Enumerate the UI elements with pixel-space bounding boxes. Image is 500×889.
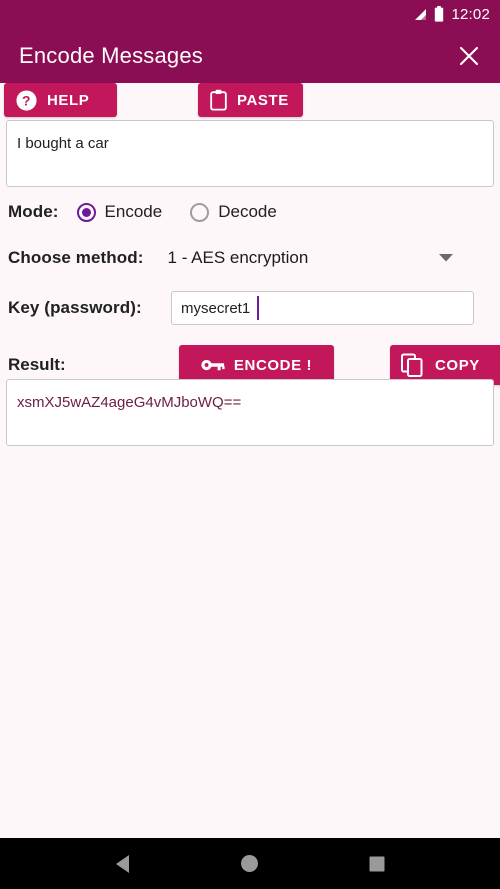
radio-decode-label: Decode (218, 202, 277, 221)
radio-decode[interactable]: Decode (190, 202, 277, 222)
app-bar: Encode Messages (0, 28, 500, 83)
radio-encode-label: Encode (104, 202, 163, 221)
encode-button-label: ENCODE ! (233, 356, 313, 374)
key-input[interactable] (171, 291, 474, 325)
help-button[interactable]: ? HELP (4, 83, 117, 117)
radio-decode-indicator (190, 202, 210, 222)
mode-row: Mode: Encode Decode (8, 198, 277, 226)
result-label: Result: (8, 355, 66, 374)
page-title: Encode Messages (19, 42, 203, 68)
status-bar: 12:02 (0, 0, 500, 28)
method-selected-value: 1 - AES encryption (167, 248, 309, 267)
paste-button[interactable]: PASTE (198, 83, 303, 117)
chevron-down-icon[interactable] (438, 253, 454, 263)
key-label: Key (password): (8, 298, 142, 317)
radio-encode[interactable]: Encode (76, 202, 163, 222)
main-content: ? HELP PASTE Mode: Encode (0, 83, 500, 838)
radio-encode-indicator (76, 202, 96, 222)
close-x-icon[interactable] (454, 41, 484, 71)
help-button-label: HELP (47, 91, 90, 109)
mode-label: Mode: (8, 202, 59, 221)
key-row: Key (password): (8, 291, 492, 325)
key-icon (201, 357, 225, 373)
copy-duplicate-icon (401, 353, 423, 377)
method-label: Choose method: (8, 248, 144, 267)
paste-button-label: PASTE (237, 91, 289, 109)
question-mark-circle-icon: ? (15, 89, 38, 112)
recents-square-icon[interactable] (354, 841, 400, 887)
message-input[interactable] (6, 120, 494, 187)
signal-triangle-icon (412, 8, 427, 21)
clipboard-icon (209, 89, 228, 111)
mode-radio-group: Encode Decode (76, 202, 277, 222)
toolbar: ? HELP PASTE (0, 83, 500, 117)
copy-button-label: COPY (435, 356, 480, 374)
svg-text:?: ? (22, 92, 31, 108)
result-output[interactable] (6, 379, 494, 446)
android-navigation-bar (0, 838, 500, 889)
battery-full-icon (434, 6, 444, 22)
text-cursor (257, 296, 259, 320)
home-circle-icon[interactable] (227, 841, 273, 887)
back-triangle-icon[interactable] (100, 841, 146, 887)
method-row[interactable]: Choose method: 1 - AES encryption (8, 243, 492, 273)
status-bar-clock: 12:02 (451, 5, 490, 23)
